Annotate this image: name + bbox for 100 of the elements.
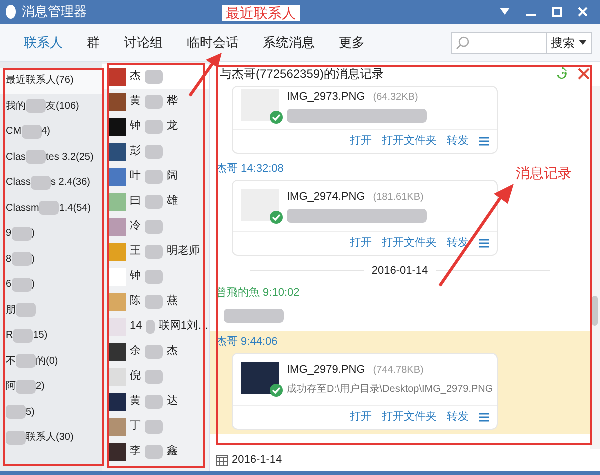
group-item[interactable]: 6 ) [0,272,102,298]
blurred-text [12,278,32,292]
group-item[interactable]: 不 的(0) [0,348,102,374]
search-field[interactable] [451,32,547,54]
contact-item[interactable]: 钟 龙 [102,114,209,139]
blurred-text [16,303,36,318]
chat-title: 与杰哥(772562359)的消息记录 [220,66,384,83]
blurred-text [145,270,163,284]
contact-item[interactable]: 叶 阔 [102,164,209,189]
blurred-text [26,99,46,114]
check-icon [270,211,283,224]
blurred-text [145,294,163,308]
blurred-text [145,194,163,208]
search-dropdown-button[interactable]: 搜索 [547,32,592,54]
maximize-icon[interactable] [552,7,562,17]
blurred-text [145,444,163,458]
group-item[interactable]: CM 4) [0,119,102,144]
blurred-text [145,70,163,84]
file-size: (744.78KB) [373,364,424,378]
blurred-text [145,94,163,108]
blurred-text [6,430,26,445]
group-item[interactable]: 朋 [0,298,102,323]
search-icon [456,36,470,50]
close-icon[interactable] [578,68,590,80]
action-link[interactable]: 转发 [447,408,469,426]
check-icon [270,111,283,124]
tab[interactable]: 系统消息 [251,32,327,52]
blurred-text [145,394,163,408]
contact-item[interactable]: 黄 达 [102,389,209,414]
blurred-text [145,344,163,358]
blurred-text [22,124,42,139]
contact-item[interactable]: 余 杰 [102,339,209,364]
blurred-text [26,150,46,164]
contact-item[interactable]: 钟 [102,264,209,289]
group-item[interactable]: 5) [0,400,102,425]
group-item[interactable]: R 15) [0,323,102,348]
file-name: IMG_2974.PNG [287,190,366,205]
blurred-text [16,380,36,394]
menu-icon[interactable] [479,136,489,146]
blurred-text [145,244,163,258]
blurred-text [12,226,32,241]
group-item[interactable]: Classm 1.4(54) [0,196,102,221]
dropdown-icon[interactable] [500,8,510,16]
window-title: 消息管理器 [22,3,87,22]
blurred-text [39,201,60,216]
contact-item[interactable]: 李 鑫 [102,439,209,464]
blurred-text [145,144,163,158]
blurred-text [146,320,155,334]
contact-item[interactable]: 冷 [102,214,209,239]
contact-item[interactable]: 陈 燕 [102,289,209,314]
action-link[interactable]: 打开 [350,234,372,252]
action-link[interactable]: 转发 [447,132,469,150]
blurred-text [16,354,36,368]
group-item[interactable]: Class s 2.4(36) [0,170,102,196]
blurred-text [145,120,163,134]
tab[interactable]: 讨论组 [112,32,175,52]
action-link[interactable]: 打开 [350,408,372,426]
action-link[interactable]: 打开文件夹 [382,132,437,150]
contact-item[interactable]: 黄 桦 [102,89,209,114]
action-link[interactable]: 打开文件夹 [382,234,437,252]
tab[interactable]: 临时会话 [175,32,251,52]
contact-item[interactable]: 倪 [102,364,209,389]
tab[interactable]: 更多 [327,32,377,52]
annotation-label: 消息记录 [516,164,572,183]
blurred-text [224,308,284,322]
blurred-text [12,252,32,266]
group-item[interactable]: 最近联系人(76) [0,68,102,94]
action-link[interactable]: 打开 [350,132,372,150]
group-item[interactable]: 阿 2) [0,374,102,400]
caret-icon [579,40,587,46]
contact-item[interactable]: 丁 [102,414,209,439]
contact-item[interactable]: 彭 [102,139,209,164]
message-row[interactable]: IMG_2973.PNG (64.32KB) 打开 打开文件夹 转发 [210,86,504,158]
blurred-text [145,220,163,234]
check-icon [270,384,283,397]
tab[interactable]: 群 [75,32,112,52]
blurred-text [6,405,26,420]
blurred-text [145,420,163,434]
blurred-text [31,176,52,190]
group-item[interactable]: 联系人(30) [0,425,102,450]
contact-item[interactable]: 曰 雄 [102,189,209,214]
menu-icon[interactable] [479,238,489,248]
group-item[interactable]: 我的 友(106) [0,94,102,119]
group-item[interactable]: 8 ) [0,246,102,272]
annotation-label: 最近联系人 [222,5,300,21]
blurred-text [145,170,163,184]
date-label: 2016-1-14 [232,452,282,468]
menu-icon[interactable] [479,412,489,422]
date-separator: 2016-01-14 [372,264,428,278]
contact-item[interactable]: 王 明老师 [102,239,209,264]
tab[interactable]: 联系人 [12,32,75,52]
file-size: (181.61KB) [373,191,424,205]
calendar-icon[interactable] [216,454,228,466]
group-item[interactable]: 9 ) [0,221,102,246]
file-size: (64.32KB) [373,91,418,105]
action-link[interactable]: 打开文件夹 [382,408,437,426]
blurred-text [13,328,34,343]
group-item[interactable]: Clas tes 3.2(25) [0,144,102,170]
file-name: IMG_2973.PNG [287,90,366,105]
refresh-icon[interactable] [554,66,570,82]
